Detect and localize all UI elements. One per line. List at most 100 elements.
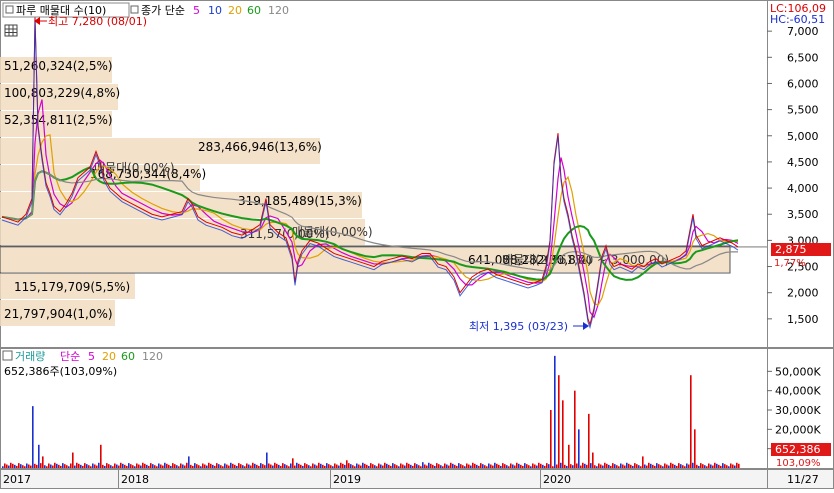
volume-bar [378, 463, 380, 468]
volume-bar [706, 466, 708, 468]
volume-bar [636, 464, 638, 468]
volume-bar [364, 463, 366, 468]
volume-bar [700, 463, 702, 468]
volume-bar [136, 463, 138, 468]
volume-bar [356, 463, 358, 468]
volume-bar [716, 463, 718, 468]
volume-bar [560, 462, 562, 468]
checkbox-icon[interactable] [2, 350, 13, 361]
y-tick-label: 5,500 [787, 104, 819, 117]
volume-bar [164, 462, 166, 468]
volume-bar [358, 464, 360, 468]
volume-bar [500, 465, 502, 468]
x-tick-2018: 2018 [121, 473, 149, 486]
volume-bar [344, 464, 346, 468]
volume-bar [668, 465, 670, 468]
volume-bar [8, 465, 10, 468]
volume-bar [56, 463, 58, 468]
volume-bar [298, 463, 300, 468]
volume-bar [674, 464, 676, 468]
volume-bar [468, 464, 470, 468]
volume-bar [186, 462, 188, 468]
checkbox-icon[interactable] [130, 5, 139, 14]
y-tick-label: 6,500 [787, 51, 819, 64]
stock-chart: 51,260,324(2,5%) 100,803,229(4,8%) 52,354,… [0, 0, 834, 489]
volume-bar [686, 463, 688, 468]
volume-bar [170, 465, 172, 468]
volume-bar [548, 464, 550, 468]
volume-bar [724, 464, 726, 468]
volume-bar [436, 463, 438, 468]
volume-profile-label: 51,260,324(2,5%) [4, 59, 113, 73]
volume-bar [550, 410, 552, 468]
volume-bar [112, 466, 114, 468]
volume-bar [62, 463, 64, 468]
volume-bar [556, 464, 558, 468]
volume-bar [224, 463, 226, 468]
volume-bar [270, 464, 272, 468]
volume-bar [118, 465, 120, 468]
volume-bar [456, 465, 458, 468]
volume-profile-label: 100,803,229(4,8%) [4, 86, 120, 100]
volume-bar [464, 466, 466, 468]
volume-bar [352, 465, 354, 468]
volume-bar [452, 463, 454, 468]
volume-bar [174, 464, 176, 468]
volume-bar [264, 465, 266, 468]
volume-bar [238, 463, 240, 468]
volume-bar [44, 465, 46, 468]
volume-bar [208, 462, 210, 468]
volume-bar [92, 463, 94, 468]
volume-bar [594, 465, 596, 468]
volume-bar [446, 464, 448, 468]
volume-bar [206, 465, 208, 468]
volume-bar [18, 463, 20, 468]
volume-bar [690, 375, 692, 468]
volume-bar [462, 465, 464, 468]
volume-bar [672, 463, 674, 468]
volume-bar [318, 462, 320, 468]
volume-bar [718, 464, 720, 468]
volume-bar [388, 464, 390, 468]
volume-bar [230, 462, 232, 468]
vol-tick-label: 50,000K [775, 365, 821, 378]
volume-bar [74, 465, 76, 468]
volume-bar [406, 462, 408, 468]
volume-bar [262, 464, 264, 468]
volume-bar [314, 464, 316, 468]
volume-bar [662, 466, 664, 468]
volume-bar [278, 464, 280, 468]
volume-bar [404, 465, 406, 468]
y-tick-label: 3,500 [787, 208, 819, 221]
volume-bar [362, 462, 364, 468]
volume-bar [86, 464, 88, 468]
volume-bar [94, 464, 96, 468]
time-axis [0, 469, 768, 489]
volume-bar [98, 462, 100, 468]
volume-profile-label: 21,797,904(1,0%) [4, 307, 113, 321]
volume-bar [272, 465, 274, 468]
volume-bar [282, 463, 284, 468]
volume-bar [738, 463, 740, 468]
checkbox-icon[interactable] [5, 5, 14, 14]
volume-bar [34, 463, 36, 468]
volume-bar [376, 466, 378, 468]
table-icon[interactable] [4, 24, 18, 37]
volume-bar [198, 465, 200, 468]
volume-bar [610, 465, 612, 468]
volume-bar [140, 465, 142, 468]
volume-bar [172, 463, 174, 468]
volume-bar [66, 465, 68, 468]
volume-bar [578, 429, 580, 468]
volume-bar [602, 465, 604, 468]
volume-bar [392, 463, 394, 468]
volume-bar [516, 462, 518, 468]
volume-bar [326, 463, 328, 468]
volume-bar [116, 464, 118, 468]
volume-bar [244, 466, 246, 468]
volume-bar [106, 463, 108, 468]
volume-bar [310, 466, 312, 468]
volume-bar [612, 463, 614, 468]
volume-bar [422, 462, 424, 468]
volume-bar [512, 464, 514, 468]
